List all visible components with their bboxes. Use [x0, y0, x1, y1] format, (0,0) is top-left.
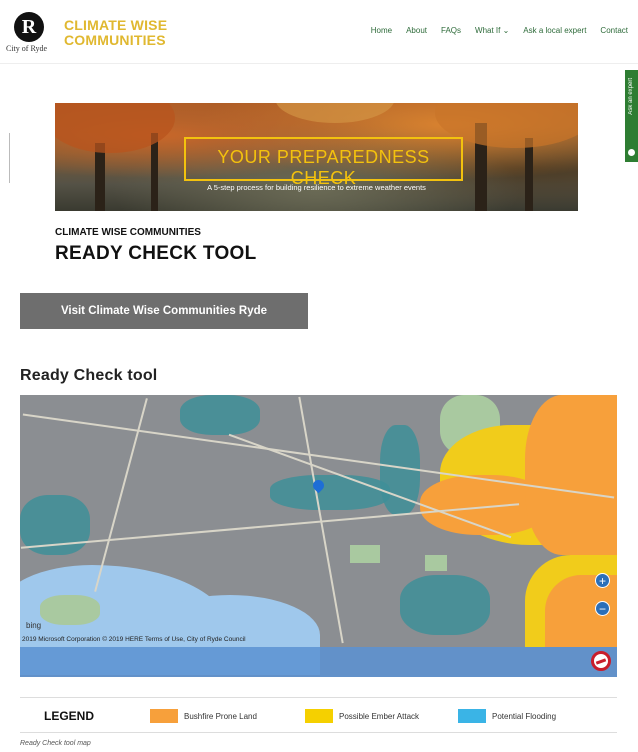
nav-ask-expert[interactable]: Ask a local expert [523, 26, 586, 35]
nav-contact[interactable]: Contact [600, 26, 628, 35]
nav-about[interactable]: About [406, 26, 427, 35]
brand-line-1: CLIMATE WISE [64, 17, 168, 33]
ask-expert-side-tab[interactable]: Ask an expert [625, 70, 638, 162]
map-toolbar [20, 647, 617, 677]
brand-line-2: COMMUNITIES [64, 32, 166, 48]
map-credits[interactable]: 2019 Microsoft Corporation © 2019 HERE T… [22, 636, 246, 643]
legend-item-bushfire: Bushfire Prone Land [150, 709, 257, 723]
nav-faqs[interactable]: FAQs [441, 26, 461, 35]
zoom-out-button[interactable]: − [595, 601, 610, 616]
legend-item-flooding: Potential Flooding [458, 709, 556, 723]
hero-title-box: YOUR PREPAREDNESS CHECK [184, 137, 463, 188]
legend-label: Bushfire Prone Land [184, 711, 257, 721]
city-of-ryde-logo[interactable]: R [14, 12, 44, 42]
zoom-in-button[interactable]: + [595, 573, 610, 588]
bing-logo: bing [26, 621, 42, 630]
legend-label: Potential Flooding [492, 711, 557, 721]
map-section-heading: Ready Check tool [20, 367, 158, 384]
hero-banner: YOUR PREPAREDNESS CHECK A 5-step process… [55, 103, 578, 211]
logo-caption: City of Ryde [6, 44, 48, 53]
map-reset-icon[interactable] [591, 651, 611, 671]
nav-home[interactable]: Home [371, 26, 392, 35]
page-title: READY CHECK TOOL [55, 243, 257, 264]
ember-swatch [305, 709, 333, 723]
legend-item-ember: Possible Ember Attack [305, 709, 419, 723]
visit-ryde-button[interactable]: Visit Climate Wise Communities Ryde [20, 293, 308, 329]
legend-title: LEGEND [44, 709, 95, 723]
chat-icon [628, 149, 635, 156]
map-caption: Ready Check tool map [20, 740, 91, 747]
page-kicker: CLIMATE WISE COMMUNITIES [55, 227, 201, 238]
site-header: R City of Ryde CLIMATE WISE COMMUNITIES … [0, 0, 638, 64]
nav-what-if[interactable]: What If ⌄ [475, 26, 509, 35]
left-edge-divider [9, 133, 10, 183]
hero-subtitle: A 5-step process for building resilience… [207, 183, 426, 192]
flooding-swatch [458, 709, 486, 723]
site-brand[interactable]: CLIMATE WISE COMMUNITIES [64, 18, 167, 48]
legend-label: Possible Ember Attack [339, 711, 420, 721]
bushfire-swatch [150, 709, 178, 723]
ready-check-map[interactable]: + − bing 2019 Microsoft Corporation © 20… [20, 395, 617, 677]
map-legend: LEGEND Bushfire Prone Land Possible Embe… [20, 697, 617, 733]
side-tab-label: Ask an expert [628, 78, 634, 115]
main-nav: Home About FAQs What If ⌄ Ask a local ex… [371, 26, 628, 35]
